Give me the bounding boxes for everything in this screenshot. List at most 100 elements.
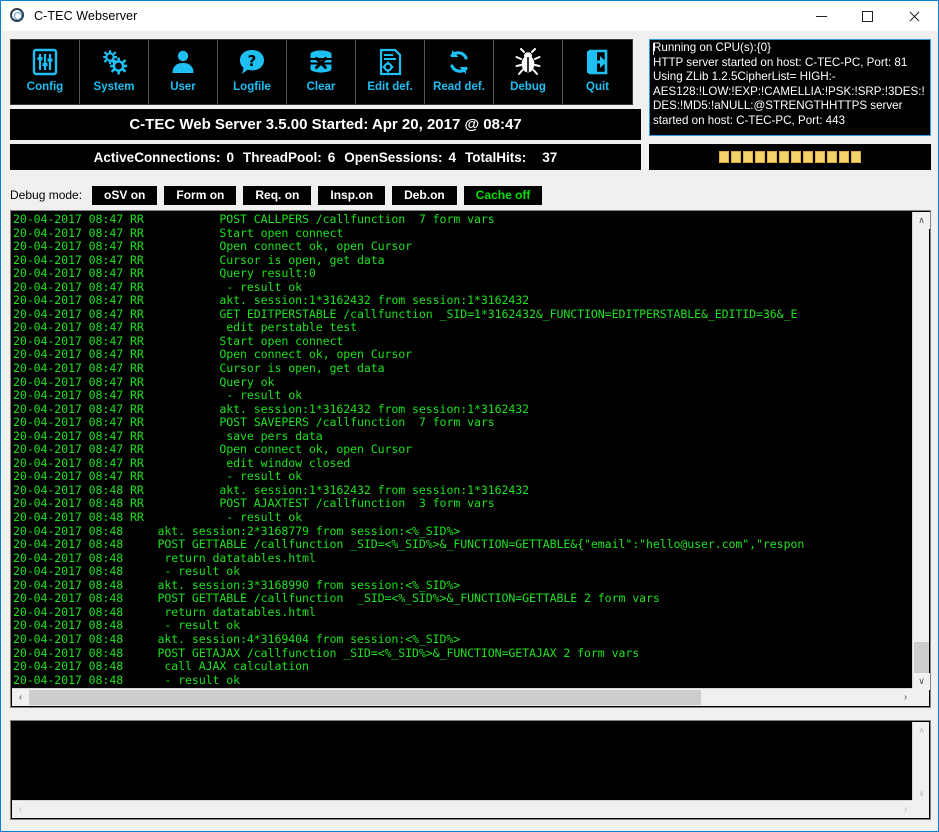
value-open-sessions: 4 [449,150,457,165]
scroll-up-icon[interactable]: ∧ [913,212,930,229]
log-line: 20-04-2017 08:47 RR Open connect ok, ope… [13,240,912,254]
close-button[interactable] [890,1,938,31]
svg-text:?: ? [248,52,257,70]
app-window: C-TEC Webserver Config System User [0,0,939,832]
log-line: 20-04-2017 08:47 RR save pers data [13,430,912,444]
label-thread-pool: ThreadPool: [243,150,322,165]
log-line: 20-04-2017 08:47 RR Cursor is open, get … [13,254,912,268]
maximize-icon [862,11,873,22]
log-line: 20-04-2017 08:48 RR - result ok [13,511,912,525]
activity-square [755,151,765,163]
toolbar-label-debug: Debug [510,81,546,93]
bug-icon [511,44,545,80]
toolbar-button-logfile[interactable]: ? Logfile [218,40,287,104]
log-vertical-scrollbar[interactable]: ∧ ∨ [912,212,929,690]
value-thread-pool: 6 [328,150,336,165]
minimize-icon [816,16,827,17]
toolbar-button-edit-def[interactable]: Edit def. [356,40,425,104]
log-line: 20-04-2017 08:48 - result ok [13,674,912,687]
secondary-scrollbar-corner [912,800,929,818]
debug-button-insp[interactable]: Insp.on [318,186,385,205]
log-line: 20-04-2017 08:47 RR - result ok [13,470,912,484]
log-line: 20-04-2017 08:48 POST GETTABLE /callfunc… [13,538,912,552]
scrollbar-corner [912,688,929,706]
secondary-console-output[interactable] [13,723,912,799]
activity-square [803,151,813,163]
maximize-button[interactable] [844,1,890,31]
value-total-hits: 37 [542,150,557,165]
activity-indicator [649,144,931,170]
log-line: 20-04-2017 08:48 return datatables.html [13,552,912,566]
label-total-hits: TotalHits: [465,150,526,165]
window-controls [798,1,938,31]
log-line: 20-04-2017 08:47 RR POST SAVEPERS /callf… [13,416,912,430]
log-line: 20-04-2017 08:48 call AJAX calculation [13,660,912,674]
debug-button-cache[interactable]: Cache off [464,186,543,205]
activity-square [719,151,729,163]
info-line-1: Running on CPU(s):{0} [653,41,928,56]
log-line: 20-04-2017 08:48 POST GETAJAX /callfunct… [13,647,912,661]
secondary-scroll-up-icon[interactable]: ∧ [913,722,930,739]
activity-square [779,151,789,163]
stats-bar: ActiveConnections: 0 ThreadPool: 6 OpenS… [10,144,641,170]
debug-button-osv[interactable]: oSV on [92,186,157,205]
info-line-3: Using ZLib 1.2.5CipherList= HIGH:-AES128… [653,70,928,128]
activity-square [839,151,849,163]
activity-square [827,151,837,163]
toolbar-button-clear[interactable]: Clear [287,40,356,104]
secondary-horizontal-scrollbar[interactable]: ‹ › [12,800,914,818]
log-line: 20-04-2017 08:47 RR akt. session:1*31624… [13,294,912,308]
secondary-vertical-scrollbar[interactable]: ∧ ∨ [912,722,929,802]
activity-square [791,151,801,163]
activity-square [731,151,741,163]
log-line: 20-04-2017 08:47 RR POST CALLPERS /callf… [13,213,912,227]
toolbar-button-read-def[interactable]: Read def. [425,40,494,104]
secondary-scroll-left-icon[interactable]: ‹ [12,801,29,818]
sliders-icon [28,44,62,80]
toolbar-label-config: Config [27,81,63,93]
question-bubble-icon: ? [235,44,269,80]
debug-button-form[interactable]: Form on [164,186,236,205]
log-line: 20-04-2017 08:47 RR Open connect ok, ope… [13,443,912,457]
toolbar-button-system[interactable]: System [80,40,149,104]
toolbar-label-user: User [170,81,196,93]
log-horizontal-scrollbar[interactable]: ‹ › [12,688,914,706]
log-line: 20-04-2017 08:47 RR Start open connect [13,335,912,349]
document-gear-icon [373,44,407,80]
label-open-sessions: OpenSessions: [344,150,442,165]
label-active-connections: ActiveConnections: [94,150,221,165]
toolbar-button-user[interactable]: User [149,40,218,104]
debug-button-req[interactable]: Req. on [243,186,311,205]
log-line: 20-04-2017 08:47 RR - result ok [13,281,912,295]
toolbar-button-config[interactable]: Config [11,40,80,104]
log-output[interactable]: 20-04-2017 08:47 RR POST CALLPERS /callf… [13,213,912,687]
horizontal-scroll-thumb[interactable] [29,690,701,705]
log-line: 20-04-2017 08:48 return datatables.html [13,606,912,620]
minimize-button[interactable] [798,1,844,31]
log-line: 20-04-2017 08:48 - result ok [13,565,912,579]
log-line: 20-04-2017 08:47 RR Start open connect [13,227,912,241]
secondary-console-panel: ∧ ∨ ‹ › [10,720,931,820]
toolbar-label-system: System [94,81,135,93]
log-line: 20-04-2017 08:48 RR akt. session:1*31624… [13,484,912,498]
activity-square [815,151,825,163]
person-icon [166,44,200,80]
scroll-left-icon[interactable]: ‹ [12,689,29,706]
server-info-box[interactable]: Running on CPU(s):{0} HTTP server starte… [649,39,931,136]
window-title: C-TEC Webserver [34,9,137,23]
log-line: 20-04-2017 08:47 RR Query ok [13,376,912,390]
toolbar-label-edit-clear: Clear [307,81,336,93]
toolbar-button-debug[interactable]: Debug [494,40,563,104]
log-line: 20-04-2017 08:47 RR Open connect ok, ope… [13,348,912,362]
toolbar-button-quit[interactable]: Quit [563,40,632,104]
activity-square [767,151,777,163]
activity-square [743,151,753,163]
refresh-arrows-icon [442,44,476,80]
gears-icon [97,44,131,80]
database-delete-icon [304,44,338,80]
server-banner-text: C-TEC Web Server 3.5.00 Started: Apr 20,… [129,116,521,133]
debug-button-deb[interactable]: Deb.on [392,186,457,205]
toolbar-label-quit: Quit [586,81,609,93]
log-panel: 20-04-2017 08:47 RR POST CALLPERS /callf… [10,210,931,708]
copyright-circle-icon [10,8,26,24]
